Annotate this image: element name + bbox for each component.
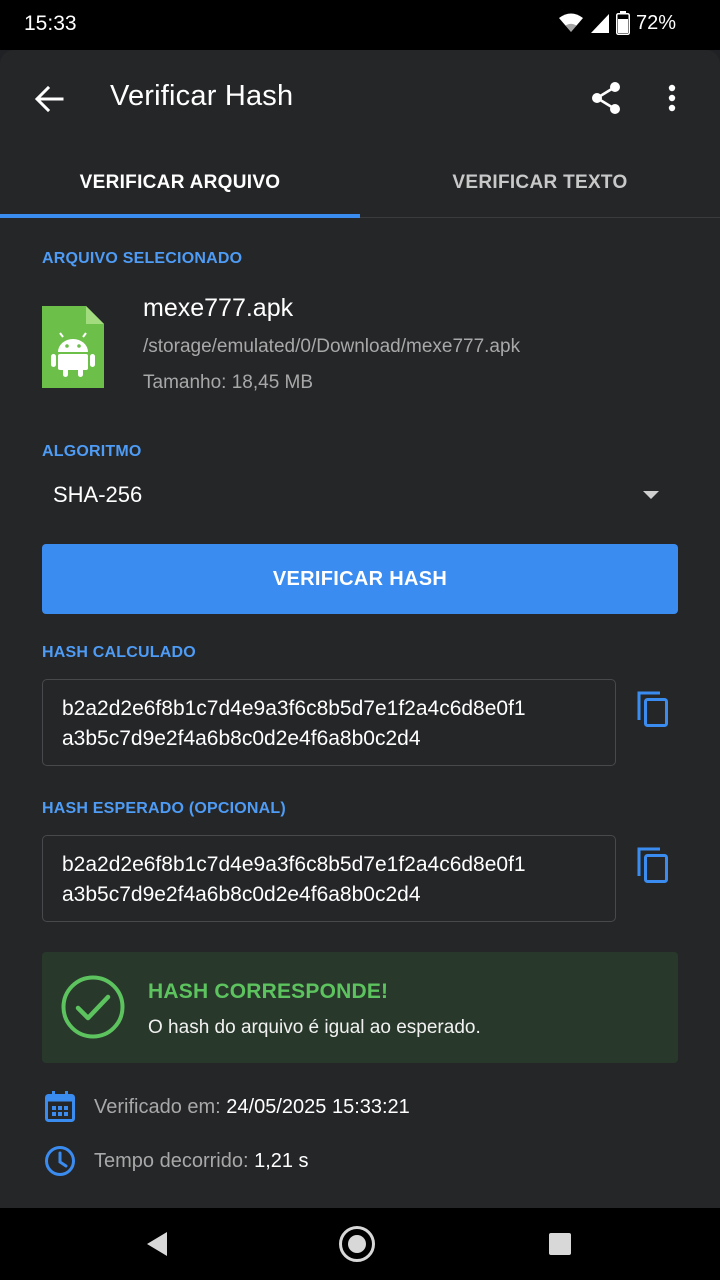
status-icons: 72% <box>558 11 676 35</box>
signal-icon <box>590 12 610 34</box>
selected-file-label: ARQUIVO SELECIONADO <box>42 250 243 267</box>
system-nav-bar <box>0 1208 720 1280</box>
elapsed-time-label: Tempo decorrido: <box>94 1150 255 1172</box>
calculated-hash-line-2: a3b5c7d9e2f4a6b8c0d2e4f6a8b0c2d4 <box>62 727 421 750</box>
more-vert-icon[interactable] <box>652 76 692 120</box>
status-time: 15:33 <box>24 12 77 35</box>
active-tab-indicator <box>0 214 360 218</box>
result-message: O hash do arquivo é igual ao esperado. <box>148 1017 481 1038</box>
file-size: Tamanho: 18,45 MB <box>143 372 314 393</box>
verified-at-text: Verificado em: 24/05/2025 15:33:21 <box>94 1096 410 1119</box>
page-title: Verificar Hash <box>110 80 294 112</box>
copy-icon[interactable] <box>634 845 674 889</box>
elapsed-time-text: Tempo decorrido: 1,21 s <box>94 1150 309 1173</box>
expected-hash-line-1: b2a2d2e6f8b1c7d4e9a3f6c8b5d7e1f2a4c6d8e0… <box>62 853 526 876</box>
nav-recents-button[interactable] <box>544 1228 576 1260</box>
expected-hash-field[interactable]: b2a2d2e6f8b1c7d4e9a3f6c8b5d7e1f2a4c6d8e0… <box>42 835 616 922</box>
tab-bar: VERIFICAR ARQUIVO VERIFICAR TEXTO <box>0 148 720 218</box>
wifi-icon <box>558 12 584 34</box>
verify-hash-button[interactable]: VERIFICAR HASH <box>42 544 678 614</box>
copy-icon[interactable] <box>634 689 674 733</box>
battery-icon <box>615 11 630 35</box>
calculated-hash-field[interactable]: b2a2d2e6f8b1c7d4e9a3f6c8b5d7e1f2a4c6d8e0… <box>42 679 616 766</box>
battery-percent: 72% <box>635 11 676 34</box>
verified-at-value: 24/05/2025 15:33:21 <box>226 1096 410 1118</box>
apk-file-icon <box>42 306 104 388</box>
nav-back-button[interactable] <box>138 1226 176 1262</box>
status-bar: 15:33 72% <box>0 0 720 50</box>
dropdown-arrow-icon <box>643 491 659 499</box>
calendar-icon <box>42 1089 78 1125</box>
result-title: HASH CORRESPONDE! <box>148 980 389 1003</box>
toolbar: Verificar Hash <box>0 50 720 148</box>
elapsed-time-value: 1,21 s <box>254 1150 309 1172</box>
back-arrow-icon[interactable] <box>26 76 72 122</box>
share-icon[interactable] <box>584 76 628 120</box>
app-screen: Verificar Hash VERIFICAR ARQUIVO VERIFIC… <box>0 50 720 1208</box>
algorithm-select[interactable]: SHA-256 <box>42 474 678 518</box>
expected-hash-line-2: a3b5c7d9e2f4a6b8c0d2e4f6a8b0c2d4 <box>62 883 421 906</box>
tab-verificar-texto[interactable]: VERIFICAR TEXTO <box>360 148 720 218</box>
file-path: /storage/emulated/0/Download/mexe777.apk <box>143 336 521 357</box>
nav-home-button[interactable] <box>337 1224 377 1264</box>
file-name: mexe777.apk <box>143 294 294 322</box>
verified-at-label: Verificado em: <box>94 1096 227 1118</box>
calculated-hash-label: HASH CALCULADO <box>42 644 196 661</box>
calculated-hash-line-1: b2a2d2e6f8b1c7d4e9a3f6c8b5d7e1f2a4c6d8e0… <box>62 697 526 720</box>
algorithm-label: ALGORITMO <box>42 443 142 460</box>
tab-verificar-arquivo[interactable]: VERIFICAR ARQUIVO <box>0 148 360 218</box>
expected-hash-label: HASH ESPERADO (OPCIONAL) <box>42 800 286 817</box>
result-card: HASH CORRESPONDE! O hash do arquivo é ig… <box>42 952 678 1063</box>
algorithm-value: SHA-256 <box>53 482 143 507</box>
clock-icon <box>42 1143 78 1179</box>
check-circle-icon <box>60 974 126 1040</box>
